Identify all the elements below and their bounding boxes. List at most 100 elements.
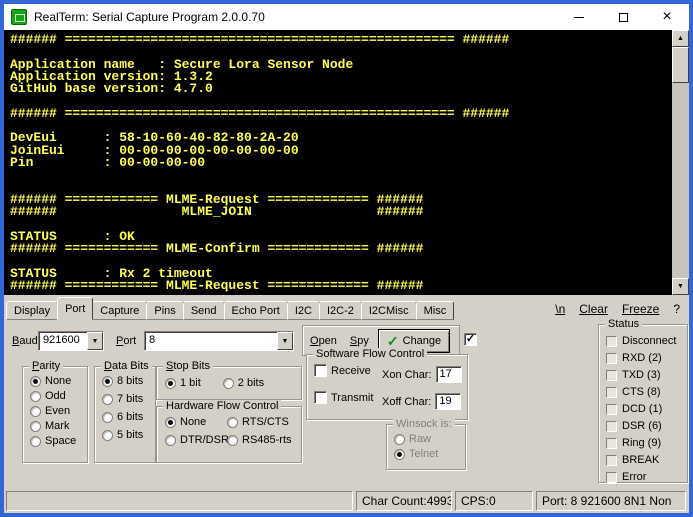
radio-label: Raw xyxy=(409,433,431,445)
baud-label: Baud xyxy=(12,335,38,347)
radio-none[interactable]: None xyxy=(165,416,225,428)
change-checkbox[interactable]: ✓ xyxy=(464,333,477,346)
xoff-char-input[interactable]: 19 xyxy=(435,393,461,410)
radio-8-bits[interactable]: 8 bits xyxy=(102,375,155,387)
tab-capture[interactable]: Capture xyxy=(92,301,147,320)
open-button[interactable]: Open xyxy=(306,332,341,350)
winsock-group-label: Winsock is: xyxy=(393,418,455,430)
xon-char-label: Xon Char: xyxy=(382,369,432,381)
receive-checkbox[interactable] xyxy=(314,364,327,377)
hwflow-options: None RTS/CTS DTR/DSR RS485-rts xyxy=(157,407,301,446)
minimize-icon xyxy=(574,17,584,18)
terminal-scrollbar[interactable]: ▲ ▼ xyxy=(672,30,689,295)
window-title: RealTerm: Serial Capture Program 2.0.0.7… xyxy=(34,10,265,24)
radio-none[interactable]: None xyxy=(30,375,87,387)
status-item-label: DSR (6) xyxy=(622,420,662,432)
port-label: Port xyxy=(116,335,136,347)
status-item-break: BREAK xyxy=(606,454,687,466)
data-bits-group-label: Data Bits xyxy=(101,360,152,372)
title-bar: RealTerm: Serial Capture Program 2.0.0.7… xyxy=(4,4,689,30)
status-item-label: DCD (1) xyxy=(622,403,662,415)
radio-6-bits[interactable]: 6 bits xyxy=(102,411,155,423)
scroll-up-icon: ▲ xyxy=(677,35,684,42)
minimize-button[interactable] xyxy=(557,4,601,30)
radio-button-icon xyxy=(394,434,405,445)
radio-label: RTS/CTS xyxy=(242,416,289,428)
radio-mark[interactable]: Mark xyxy=(30,420,87,432)
radio-even[interactable]: Even xyxy=(30,405,87,417)
tab-send[interactable]: Send xyxy=(183,301,225,320)
radio-button-icon xyxy=(102,394,113,405)
chevron-down-icon[interactable]: ▼ xyxy=(277,332,293,350)
xon-char-input[interactable]: 17 xyxy=(436,366,462,383)
radio-2-bits[interactable]: 2 bits xyxy=(223,377,264,389)
spy-button[interactable]: Spy xyxy=(346,332,373,350)
tab-display[interactable]: Display xyxy=(6,301,58,320)
radio-label: Odd xyxy=(45,390,66,402)
stop-bits-group: Stop Bits 1 bit2 bits xyxy=(156,366,302,400)
radio-label: Mark xyxy=(45,420,69,432)
freeze-button[interactable]: Freeze xyxy=(617,300,664,318)
tab-port[interactable]: Port xyxy=(57,297,93,320)
tab-i2cmisc[interactable]: I2CMisc xyxy=(361,301,417,320)
char-count-cell: Char Count:4993 xyxy=(356,491,452,511)
tab-bar: DisplayPortCapturePinsSendEcho PortI2CI2… xyxy=(4,295,689,320)
radio-raw[interactable]: Raw xyxy=(394,433,465,445)
radio-label: None xyxy=(180,416,206,428)
status-led-icon xyxy=(606,370,617,381)
transmit-checkbox[interactable] xyxy=(314,391,327,404)
radio-label: 5 bits xyxy=(117,429,143,441)
radio-rs485-rts[interactable]: RS485-rts xyxy=(227,434,301,446)
radio-dtr-dsr[interactable]: DTR/DSR xyxy=(165,434,225,446)
terminal-output: ###### =================================… xyxy=(4,30,672,295)
port-value: 8 xyxy=(145,332,277,350)
chevron-down-icon[interactable]: ▼ xyxy=(87,332,103,350)
radio-label: 2 bits xyxy=(238,377,264,389)
clear-button[interactable]: Clear xyxy=(574,300,613,318)
port-tab-panel: Baud 921600 ▼ Port 8 ▼ Open Spy ✓ Change… xyxy=(4,320,689,488)
tab-misc[interactable]: Misc xyxy=(416,301,455,320)
status-item-dsr-6: DSR (6) xyxy=(606,420,687,432)
close-button[interactable]: × xyxy=(645,4,689,30)
tab-echo-port[interactable]: Echo Port xyxy=(224,301,288,320)
status-item-disconnect: Disconnect xyxy=(606,335,687,347)
tab-i2c[interactable]: I2C xyxy=(287,301,320,320)
radio-label: DTR/DSR xyxy=(180,434,229,446)
radio-label: Telnet xyxy=(409,448,438,460)
radio-label: RS485-rts xyxy=(242,434,292,446)
status-group: Status DisconnectRXD (2)TXD (3)CTS (8)DC… xyxy=(598,324,688,483)
tab-i2c-2[interactable]: I2C-2 xyxy=(319,301,362,320)
status-item-dcd-1: DCD (1) xyxy=(606,403,687,415)
port-combobox[interactable]: 8 ▼ xyxy=(144,331,294,351)
help-button[interactable]: ? xyxy=(668,300,685,318)
status-item-label: Disconnect xyxy=(622,335,676,347)
scrollbar-thumb[interactable] xyxy=(672,47,689,83)
tab-pins[interactable]: Pins xyxy=(146,301,183,320)
scrollbar-track[interactable] xyxy=(672,47,689,278)
radio-rts-cts[interactable]: RTS/CTS xyxy=(227,416,301,428)
scroll-up-button[interactable]: ▲ xyxy=(672,30,689,47)
app-icon xyxy=(11,9,27,25)
xoff-row: Xoff Char: 19 xyxy=(382,393,461,410)
radio-space[interactable]: Space xyxy=(30,435,87,447)
baud-combobox[interactable]: 921600 ▼ xyxy=(38,331,104,351)
newline-button[interactable]: \n xyxy=(550,300,570,318)
maximize-button[interactable] xyxy=(601,4,645,30)
status-led-icon xyxy=(606,336,617,347)
xon-row: Xon Char: 17 xyxy=(382,366,462,383)
radio-5-bits[interactable]: 5 bits xyxy=(102,429,155,441)
baud-value: 921600 xyxy=(39,332,87,350)
window-controls: × xyxy=(557,4,689,30)
radio-telnet[interactable]: Telnet xyxy=(394,448,465,460)
status-item-txd-3: TXD (3) xyxy=(606,369,687,381)
radio-odd[interactable]: Odd xyxy=(30,390,87,402)
status-item-rxd-2: RXD (2) xyxy=(606,352,687,364)
radio-label: Even xyxy=(45,405,70,417)
status-item-label: BREAK xyxy=(622,454,659,466)
scroll-down-button[interactable]: ▼ xyxy=(672,278,689,295)
radio-7-bits[interactable]: 7 bits xyxy=(102,393,155,405)
radio-button-icon xyxy=(223,378,234,389)
radio-1-bit[interactable]: 1 bit xyxy=(165,377,201,389)
winsock-options: Raw Telnet xyxy=(387,425,465,460)
status-item-ring-9: Ring (9) xyxy=(606,437,687,449)
